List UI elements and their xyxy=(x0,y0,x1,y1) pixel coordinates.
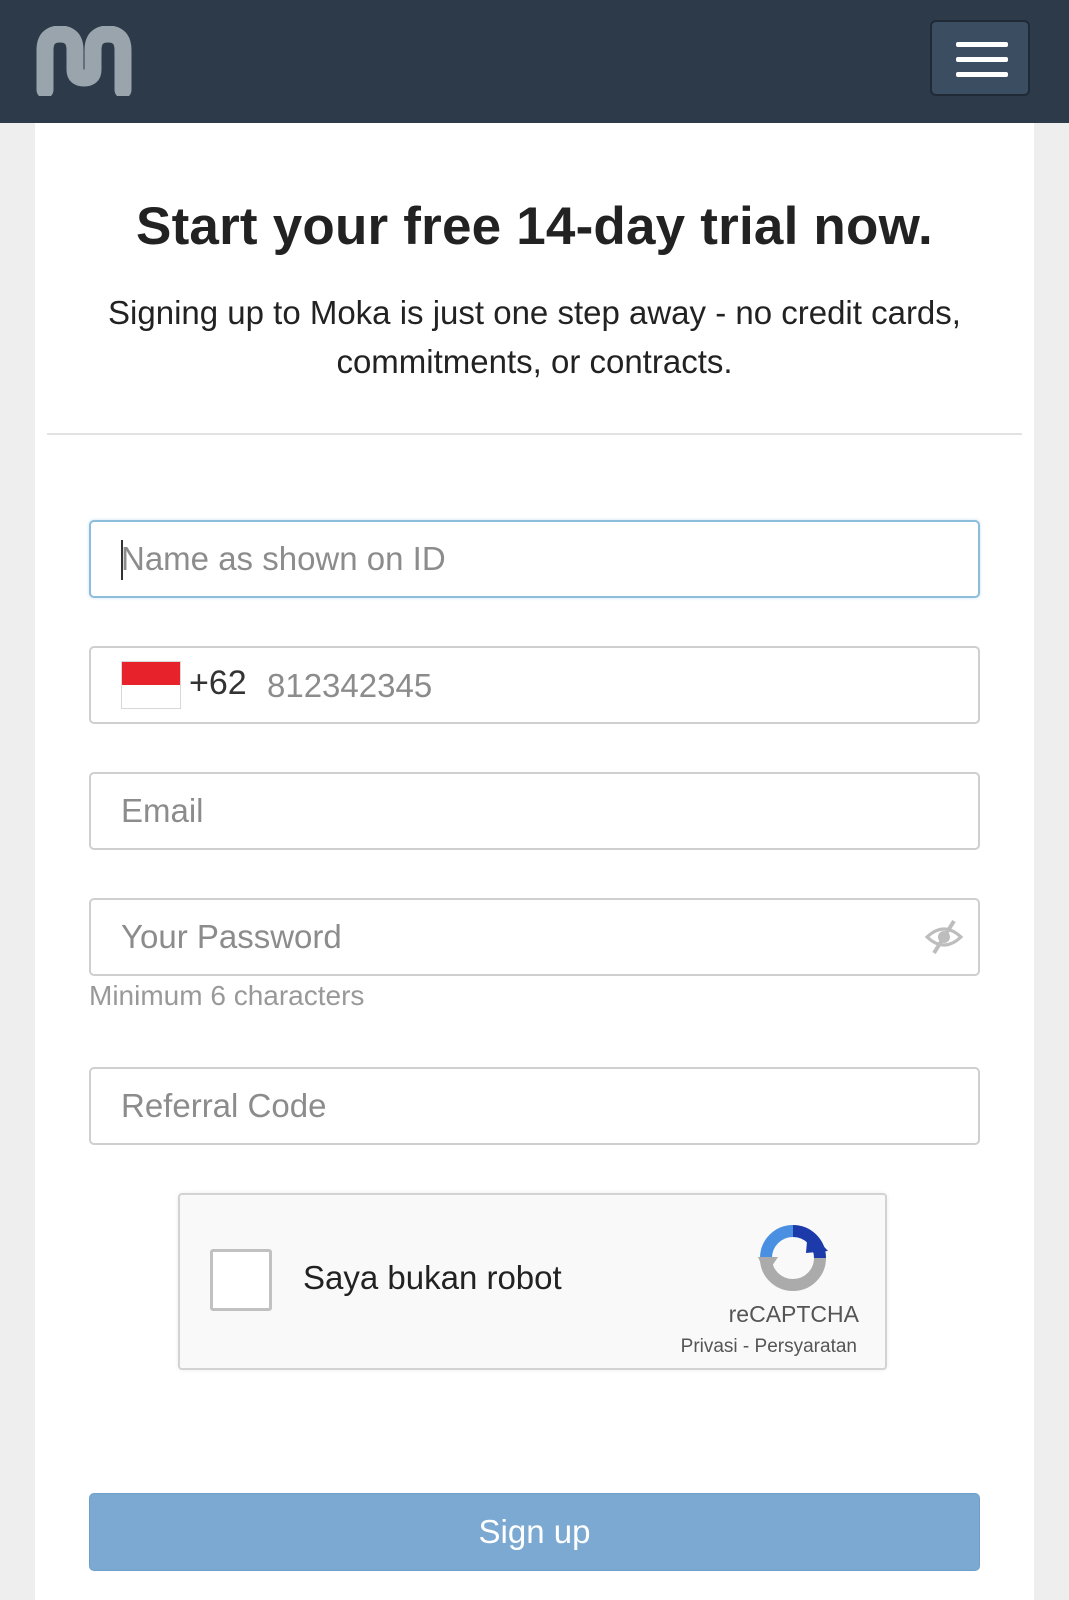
eye-slash-icon[interactable] xyxy=(924,917,964,957)
top-navbar xyxy=(0,0,1069,123)
recaptcha-privacy-link[interactable]: Privasi xyxy=(681,1336,738,1357)
referral-code-placeholder: Referral Code xyxy=(121,1087,327,1124)
sign-up-button[interactable]: Sign up xyxy=(89,1493,980,1571)
recaptcha-widget: Saya bukan robot reCAPTCHA Privasi - Per… xyxy=(178,1193,887,1370)
recaptcha-checkbox[interactable] xyxy=(210,1249,272,1311)
menu-toggle-button[interactable] xyxy=(930,20,1030,96)
email-input-placeholder: Email xyxy=(121,792,204,829)
moka-logo-icon[interactable] xyxy=(36,26,132,96)
country-code: +62 xyxy=(189,664,247,702)
recaptcha-terms-link[interactable]: Persyaratan xyxy=(755,1336,857,1357)
password-input[interactable]: Your Password xyxy=(89,898,980,976)
recaptcha-separator: - xyxy=(737,1336,755,1357)
name-input-placeholder: Name as shown on ID xyxy=(121,540,446,577)
hamburger-menu-icon xyxy=(956,42,1008,47)
page-title: Start your free 14-day trial now. xyxy=(136,197,933,256)
password-hint: Minimum 6 characters xyxy=(89,980,365,1011)
referral-code-input[interactable]: Referral Code xyxy=(89,1067,980,1145)
email-input[interactable]: Email xyxy=(89,772,980,850)
phone-input-placeholder: 812342345 xyxy=(267,667,433,704)
indonesia-flag-icon[interactable] xyxy=(121,661,181,709)
name-input[interactable]: Name as shown on ID xyxy=(89,520,980,598)
recaptcha-brand: reCAPTCHA xyxy=(728,1301,859,1327)
phone-input[interactable]: +62 812342345 xyxy=(89,646,980,724)
recaptcha-label: Saya bukan robot xyxy=(303,1259,562,1296)
recaptcha-logo-icon xyxy=(758,1225,828,1292)
recaptcha-links: Privasi - Persyaratan xyxy=(681,1336,857,1358)
password-input-placeholder: Your Password xyxy=(121,918,342,955)
divider xyxy=(47,433,1022,435)
page-subtitle: Signing up to Moka is just one step away… xyxy=(108,294,961,380)
